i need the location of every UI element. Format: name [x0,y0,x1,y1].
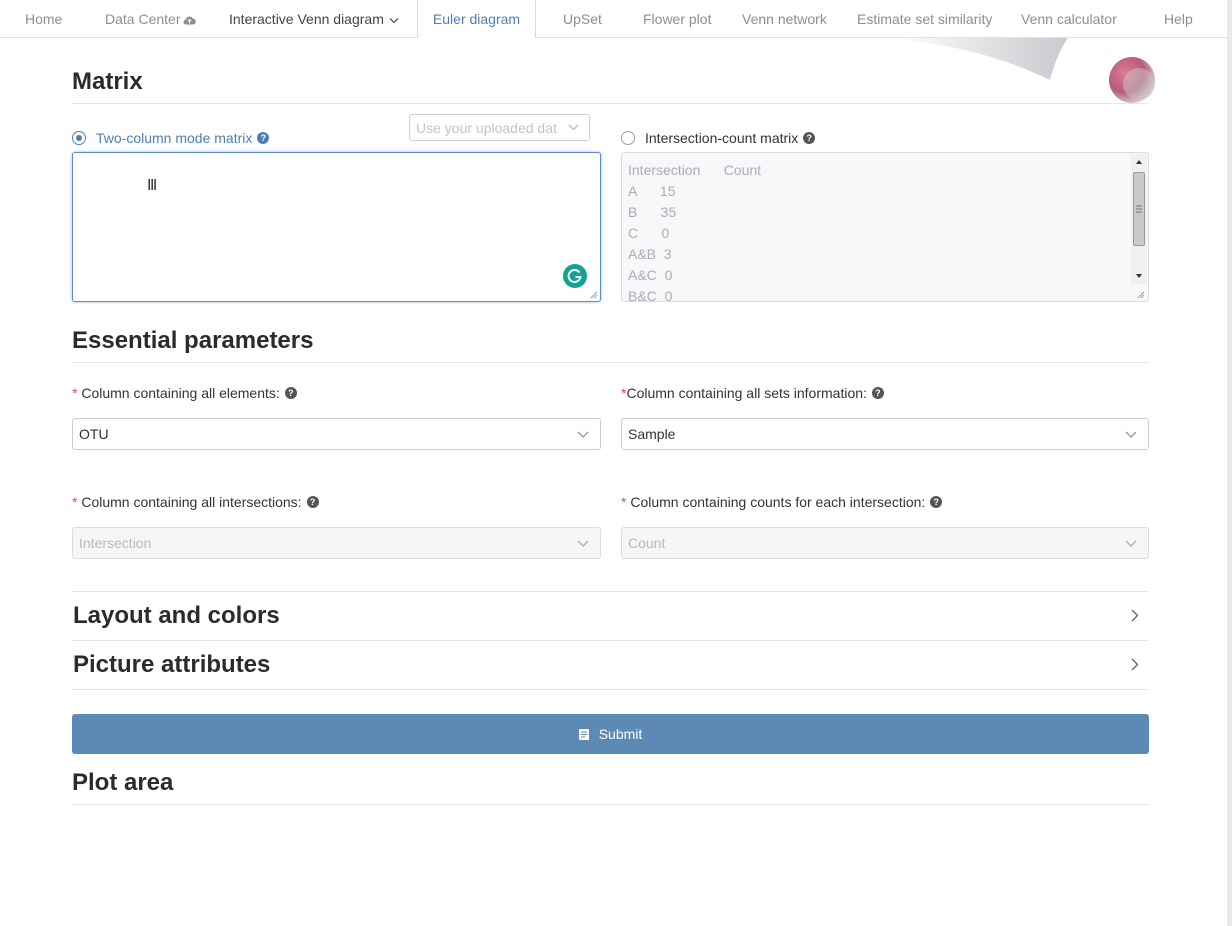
placeholder-line: A&B 3 [628,246,672,262]
nav-upset[interactable]: UpSet [563,0,602,37]
resize-handle-icon[interactable] [1137,291,1145,299]
cloud-upload-icon [183,16,197,25]
elements-column-select[interactable]: OTU [72,418,601,450]
sets-column-label: *Column containing all sets information:… [621,385,884,401]
divider [72,362,1149,363]
nav-interactive-venn-label: Interactive Venn diagram [229,11,384,27]
decorative-ball-icon [1109,57,1155,103]
two-column-label: Two-column mode matrix? [96,130,270,146]
scroll-down-icon[interactable] [1135,272,1143,280]
required-mark: * [72,494,78,510]
essential-parameters-title: Essential parameters [72,327,314,354]
required-mark: * [72,385,78,401]
chevron-down-icon [1125,540,1137,547]
intersections-column-label-text: Column containing all intersections: [81,494,302,510]
elements-column-label-text: Column containing all elements: [81,385,280,401]
nav-venn-network[interactable]: Venn network [742,0,827,37]
sets-column-select[interactable]: Sample [621,418,1149,450]
placeholder-line: A 15 [628,183,676,199]
intersection-count-radio[interactable] [621,131,635,145]
counts-column-select[interactable]: Count [621,527,1149,559]
page-scrollbar[interactable] [1227,0,1232,926]
intersections-column-select[interactable]: Intersection [72,527,601,559]
intersections-column-label: * Column containing all intersections:? [72,494,319,510]
submit-button[interactable]: Submit [72,714,1149,754]
two-column-radio[interactable] [72,131,86,145]
uploaded-data-select[interactable]: Use your uploaded dat [409,114,590,141]
counts-column-value: Count [628,535,666,551]
nav-estimate-set-similarity[interactable]: Estimate set similarity [857,0,992,37]
intersection-count-textarea[interactable]: Intersection Count A 15 B 35 C 0 A&B 3 A… [621,152,1149,302]
nav-help[interactable]: Help [1164,0,1193,37]
scrollbar-thumb[interactable] [1133,172,1145,246]
chevron-right-icon [1131,658,1139,671]
chevron-down-icon [577,540,589,547]
placeholder-line: B 35 [628,204,677,220]
document-icon [578,728,589,740]
nav-venn-calculator[interactable]: Venn calculator [1021,0,1117,37]
text-cursor-icon: Ⅲ [147,177,158,194]
nav-flower-plot[interactable]: Flower plot [643,0,711,37]
help-icon[interactable]: ? [803,132,816,145]
intersection-count-label-text: Intersection-count matrix [645,130,799,146]
help-icon[interactable]: ? [306,496,319,509]
help-icon[interactable]: ? [930,496,943,509]
placeholder-line: B&C 0 [628,288,673,302]
nav-data-center-label: Data Center [105,11,181,27]
grammarly-icon[interactable] [563,264,587,288]
counts-column-label: * Column containing counts for each inte… [621,494,943,510]
placeholder-line: C 0 [628,225,670,241]
layout-colors-title: Layout and colors [73,602,280,629]
elements-column-label: * Column containing all elements:? [72,385,297,401]
two-column-matrix-textarea[interactable] [72,152,601,302]
chevron-right-icon [1131,609,1139,622]
picture-attributes-toggle[interactable]: Picture attributes [72,641,1149,689]
uploaded-data-select-text: Use your uploaded dat [416,120,557,136]
nav-euler-diagram[interactable]: Euler diagram [417,0,536,38]
textarea-scrollbar[interactable] [1131,154,1147,284]
plot-area-title: Plot area [72,769,174,796]
intersections-column-value: Intersection [79,535,152,551]
intersection-placeholder: Intersection Count A 15 B 35 C 0 A&B 3 A… [628,160,762,302]
sets-column-label-text: Column containing all sets information: [626,385,867,401]
chevron-down-icon [389,17,399,24]
divider [72,804,1149,805]
chevron-down-icon [568,124,579,131]
divider [72,103,1149,104]
submit-label: Submit [598,726,643,742]
nav-data-center[interactable]: Data Center [105,0,197,37]
divider [72,689,1149,690]
required-mark: * [621,494,627,510]
sets-column-value: Sample [628,426,676,442]
elements-column-value: OTU [79,426,109,442]
counts-column-label-text: Column containing counts for each inters… [630,494,926,510]
placeholder-line: Intersection Count [628,162,762,178]
scroll-up-icon[interactable] [1135,158,1143,166]
chevron-down-icon [577,431,589,438]
two-column-label-text: Two-column mode matrix [96,130,253,146]
picture-attributes-title: Picture attributes [73,651,271,678]
intersection-count-label: Intersection-count matrix? [645,130,816,146]
decorative-swoosh [890,38,1068,80]
resize-handle-icon[interactable] [590,291,598,299]
top-navbar: Home Data Center Interactive Venn diagra… [0,0,1227,38]
nav-home[interactable]: Home [25,0,62,37]
layout-colors-toggle[interactable]: Layout and colors [72,592,1149,640]
help-icon[interactable]: ? [871,387,884,400]
nav-interactive-venn[interactable]: Interactive Venn diagram [229,0,399,37]
help-icon[interactable]: ? [284,387,297,400]
chevron-down-icon [1125,431,1137,438]
placeholder-line: A&C 0 [628,267,673,283]
matrix-title: Matrix [72,68,143,95]
help-icon[interactable]: ? [257,132,270,145]
